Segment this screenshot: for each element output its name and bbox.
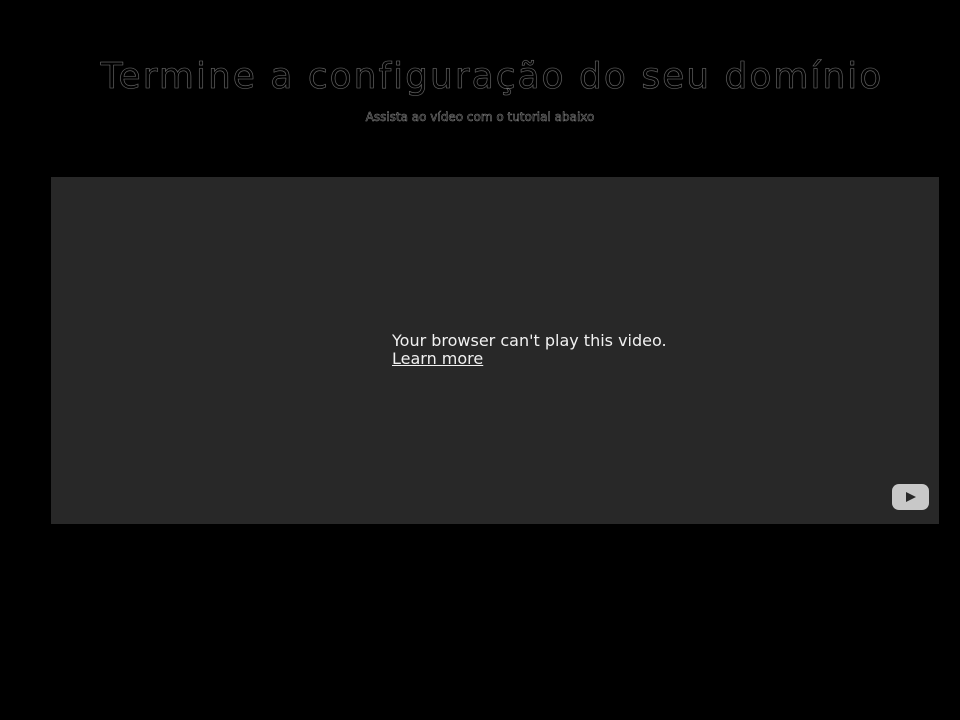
video-error-text: Your browser can't play this video.	[392, 331, 667, 350]
learn-more-link[interactable]: Learn more	[392, 349, 483, 368]
page-title: Termine a configuração do seu domínio	[100, 56, 884, 98]
video-error-message: Your browser can't play this video. Lear…	[392, 332, 667, 368]
youtube-icon[interactable]	[892, 484, 929, 510]
video-player[interactable]: Your browser can't play this video. Lear…	[51, 177, 939, 524]
play-icon	[906, 491, 916, 502]
page-subtitle: Assista ao vídeo com o tutorial abaixo	[365, 110, 595, 125]
page: Termine a configuração do seu domínio As…	[0, 0, 960, 720]
